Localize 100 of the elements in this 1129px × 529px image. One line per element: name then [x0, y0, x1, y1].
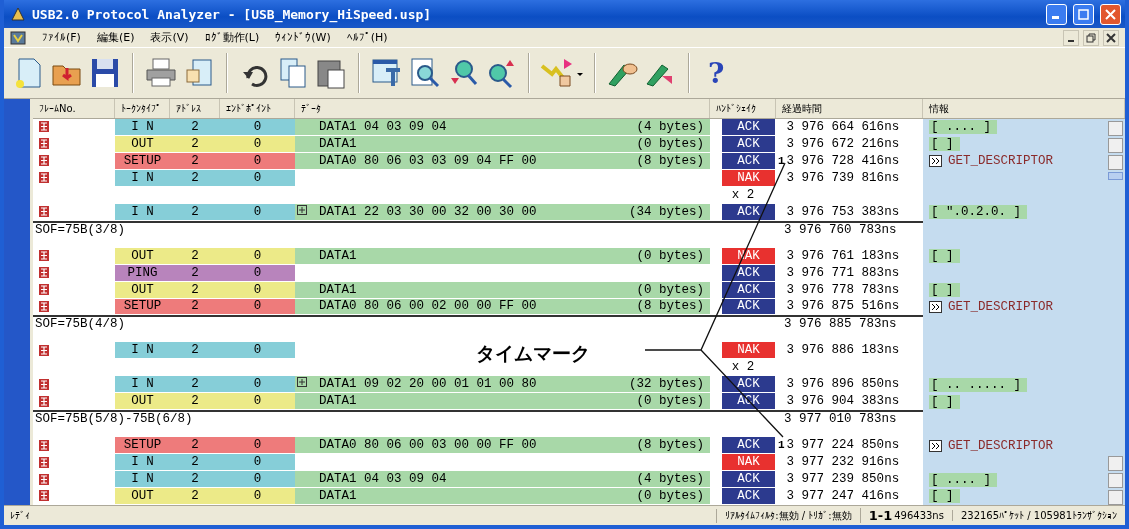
info-cell: [ .. ..... ] [929, 377, 1027, 392]
endpoint-cell: 0 [220, 342, 295, 360]
child-restore-icon[interactable] [1083, 29, 1099, 46]
minimize-button[interactable] [1046, 3, 1067, 25]
duration-text: 496433ns [894, 510, 944, 521]
close-button[interactable] [1100, 3, 1121, 25]
scroll-thumb[interactable] [1108, 172, 1123, 180]
info-cell: [ .... ] [929, 120, 997, 135]
menu-item[interactable]: ﾍﾙﾌﾟ(H) [346, 31, 388, 44]
child-close-icon[interactable] [1103, 29, 1119, 46]
descriptor-icon[interactable] [929, 439, 942, 452]
handshake-cell: ACK [722, 437, 775, 455]
info-cell: [ ".0.2.0. ] [929, 205, 1027, 220]
info-cell: GET_DESCRIPTOR [948, 300, 1054, 314]
repeat-count: x 2 [710, 186, 776, 204]
info-cell: GET_DESCRIPTOR [948, 154, 1054, 169]
packet-icon [39, 301, 49, 312]
token-cell: OUT [115, 393, 170, 411]
child-minimize-icon[interactable] [1063, 29, 1079, 46]
data-cell: DATA1 (0 bytes) [295, 488, 710, 505]
column-header[interactable]: ｱﾄﾞﾚｽ [170, 99, 220, 118]
column-header[interactable]: ﾄｰｸﾝﾀｲﾌﾟ [115, 99, 170, 118]
endpoint-cell: 0 [220, 203, 295, 221]
packet-icon [39, 395, 49, 407]
data-cell: DATA1 09 02 20 00 01 01 00 80 (32 bytes) [295, 376, 710, 394]
packet-icon [39, 490, 49, 502]
column-header[interactable]: ﾌﾚｰﾑNo. [33, 99, 115, 118]
address-cell: 2 [170, 393, 220, 411]
packet-icon [39, 172, 49, 184]
help-button[interactable]: ? [700, 56, 733, 90]
packet-icon [39, 155, 49, 167]
descriptor-icon[interactable] [929, 301, 942, 313]
token-cell: I N [115, 203, 170, 221]
endpoint-cell: 0 [220, 376, 295, 394]
expand-icon[interactable] [297, 377, 307, 388]
time-cell: 3 977 224 850ns [786, 438, 900, 453]
column-header[interactable]: 経過時間 [776, 99, 923, 118]
status-text: ﾚﾃﾞｨ [9, 510, 31, 521]
packet-icon [39, 439, 49, 451]
window-title: USB2.0 Protocol Analyzer - [USB_Memory_HiSpeed.usp] [32, 6, 432, 22]
packet-icon [39, 267, 49, 279]
address-cell: 2 [170, 437, 220, 455]
data-cell: DATA1 (0 bytes) [295, 281, 710, 299]
endpoint-cell: 0 [220, 437, 295, 455]
token-cell: I N [115, 471, 170, 488]
info-cell: [ ] [929, 394, 960, 409]
packet-icon [39, 344, 49, 356]
descriptor-icon[interactable] [929, 155, 942, 168]
endpoint-cell: 0 [220, 454, 295, 472]
time-cell: 3 977 232 916ns [786, 455, 900, 470]
info-cell: GET_DESCRIPTOR [948, 438, 1054, 453]
handshake-cell: NAK [722, 454, 775, 472]
token-cell: SETUP [115, 437, 170, 455]
time-cell: 3 976 753 383ns [786, 204, 900, 219]
time-cell: 3 976 875 516ns [786, 299, 900, 314]
address-cell: 2 [170, 376, 220, 394]
info-cell: [ ] [929, 283, 960, 298]
time-cell: 3 976 761 183ns [786, 248, 900, 263]
menu-item[interactable]: 表示(V) [150, 30, 189, 45]
search-icon[interactable] [408, 56, 442, 90]
time-cell: 3 976 904 383ns [786, 394, 900, 409]
handshake-cell: ACK [722, 119, 775, 136]
packet-icon [39, 284, 49, 296]
menu-item[interactable]: ﾌｧｲﾙ(F) [42, 31, 81, 44]
app-icon [10, 6, 26, 22]
time-cell: 3 976 672 216ns [786, 136, 900, 151]
printer-icon[interactable] [144, 56, 178, 90]
time-cell: 3 977 247 416ns [786, 489, 900, 503]
info-cell: [ .... ] [929, 472, 997, 487]
endpoint-cell: 0 [220, 471, 295, 488]
maximize-button[interactable] [1073, 3, 1094, 25]
handshake-cell: ACK [722, 471, 775, 488]
time-cell: 3 976 664 616ns [786, 119, 900, 134]
range-text: 1-1 [868, 508, 893, 523]
packet-icon [39, 473, 49, 485]
endpoint-cell: 0 [220, 119, 295, 136]
column-header[interactable]: ｴﾝﾄﾞﾎﾟｲﾝﾄ [220, 99, 295, 118]
data-cell: DATA1 22 03 30 00 32 00 30 00 (34 bytes) [295, 203, 710, 221]
column-header[interactable]: 情報 [923, 99, 1125, 118]
count-status: 232165ﾊﾟｹｯﾄ / 105981ﾄﾗﾝｻﾞｸｼｮﾝ [951, 510, 1125, 521]
data-cell: DATA1 04 03 09 04 (4 bytes) [295, 119, 710, 136]
document-menu-icon[interactable] [10, 30, 26, 45]
endpoint-cell: 0 [220, 488, 295, 505]
token-cell: I N [115, 342, 170, 360]
token-cell: I N [115, 119, 170, 136]
trigger-icon[interactable] [540, 56, 584, 90]
token-cell: I N [115, 454, 170, 472]
menu-item[interactable]: 編集(E) [96, 30, 135, 45]
expand-icon[interactable] [297, 204, 307, 215]
token-cell: OUT [115, 488, 170, 505]
column-header[interactable]: ﾊﾝﾄﾞｼｪｲｸ [710, 99, 776, 118]
time-cell: 3 976 778 783ns [786, 282, 900, 297]
menu-item[interactable]: ﾛｸﾞ動作(L) [204, 30, 260, 45]
column-header[interactable]: ﾃﾞｰﾀ [295, 99, 710, 118]
menu-item[interactable]: ｳｨﾝﾄﾞｳ(W) [275, 31, 331, 44]
address-cell: 2 [170, 471, 220, 488]
address-cell: 2 [170, 342, 220, 360]
time-mark: 1 [778, 439, 785, 452]
time-cell: 3 976 771 883ns [786, 265, 900, 280]
packet-icon [39, 121, 49, 133]
